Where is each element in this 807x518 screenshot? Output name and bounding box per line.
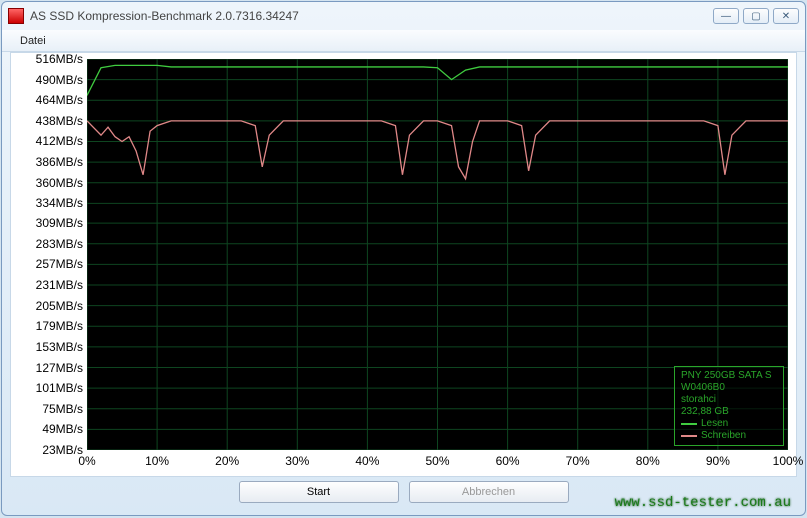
start-button[interactable]: Start <box>239 481 399 503</box>
y-axis-labels: 516MB/s490MB/s464MB/s438MB/s412MB/s386MB… <box>19 59 85 450</box>
legend-read-label: Lesen <box>701 418 728 430</box>
y-tick-label: 490MB/s <box>36 73 83 87</box>
app-window: AS SSD Kompression-Benchmark 2.0.7316.34… <box>1 1 806 516</box>
y-tick-label: 75MB/s <box>42 402 83 416</box>
y-tick-label: 360MB/s <box>36 176 83 190</box>
x-tick-label: 40% <box>355 454 379 468</box>
y-tick-label: 283MB/s <box>36 237 83 251</box>
x-tick-label: 30% <box>285 454 309 468</box>
x-tick-label: 10% <box>145 454 169 468</box>
y-tick-label: 309MB/s <box>36 216 83 230</box>
legend-write-swatch <box>681 435 697 437</box>
y-tick-label: 153MB/s <box>36 340 83 354</box>
x-tick-label: 0% <box>78 454 95 468</box>
plot-area: PNY 250GB SATA S W0406B0 storahci 232,88… <box>87 59 788 450</box>
x-tick-label: 90% <box>706 454 730 468</box>
x-tick-label: 80% <box>636 454 660 468</box>
menu-file[interactable]: Datei <box>12 33 54 49</box>
menubar: Datei <box>2 30 805 52</box>
chart: 516MB/s490MB/s464MB/s438MB/s412MB/s386MB… <box>19 59 788 470</box>
x-tick-label: 50% <box>425 454 449 468</box>
y-tick-label: 127MB/s <box>36 361 83 375</box>
y-tick-label: 257MB/s <box>36 257 83 271</box>
legend-write-label: Schreiben <box>701 430 746 442</box>
window-title: AS SSD Kompression-Benchmark 2.0.7316.34… <box>30 9 713 23</box>
legend-driver: storahci <box>681 394 777 406</box>
y-tick-label: 49MB/s <box>42 422 83 436</box>
y-tick-label: 516MB/s <box>36 52 83 66</box>
legend-read-row: Lesen <box>681 418 777 430</box>
y-tick-label: 231MB/s <box>36 278 83 292</box>
y-tick-label: 438MB/s <box>36 114 83 128</box>
legend-capacity: 232,88 GB <box>681 406 777 418</box>
cancel-button: Abbrechen <box>409 481 569 503</box>
button-bar: Start Abbrechen <box>2 481 805 507</box>
legend-fw: W0406B0 <box>681 382 777 394</box>
y-tick-label: 386MB/s <box>36 155 83 169</box>
y-tick-label: 179MB/s <box>36 319 83 333</box>
maximize-button[interactable]: ▢ <box>743 8 769 24</box>
x-tick-label: 20% <box>215 454 239 468</box>
close-button[interactable]: ✕ <box>773 8 799 24</box>
legend-write-row: Schreiben <box>681 430 777 442</box>
minimize-button[interactable]: — <box>713 8 739 24</box>
x-tick-label: 60% <box>496 454 520 468</box>
y-tick-label: 101MB/s <box>36 381 83 395</box>
x-tick-label: 70% <box>566 454 590 468</box>
titlebar: AS SSD Kompression-Benchmark 2.0.7316.34… <box>2 2 805 30</box>
x-axis-labels: 0%10%20%30%40%50%60%70%80%90%100% <box>87 452 788 470</box>
x-tick-label: 100% <box>773 454 804 468</box>
app-icon <box>8 8 24 24</box>
y-tick-label: 334MB/s <box>36 196 83 210</box>
y-tick-label: 412MB/s <box>36 134 83 148</box>
y-tick-label: 23MB/s <box>42 443 83 457</box>
legend-read-swatch <box>681 423 697 425</box>
y-tick-label: 205MB/s <box>36 299 83 313</box>
legend-box: PNY 250GB SATA S W0406B0 storahci 232,88… <box>674 366 784 446</box>
client-area: 516MB/s 490MB/s 464MB/s 438MB/s 412MB/s 386MB… <box>10 52 797 477</box>
window-buttons: — ▢ ✕ <box>713 8 799 24</box>
legend-device: PNY 250GB SATA S <box>681 370 777 382</box>
y-tick-label: 464MB/s <box>36 93 83 107</box>
